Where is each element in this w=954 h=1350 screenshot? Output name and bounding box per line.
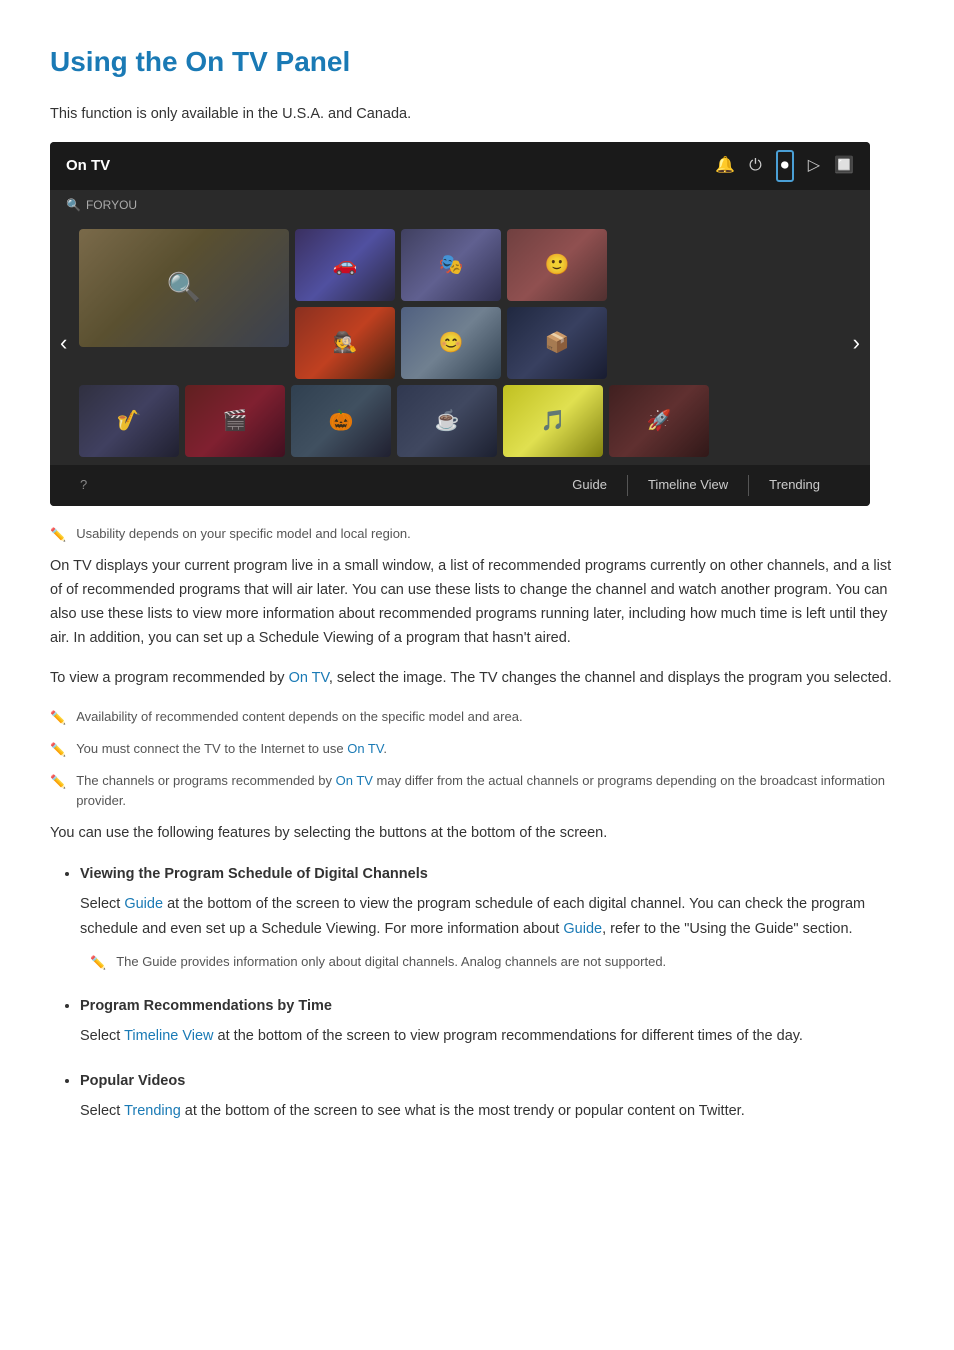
thumbnail-2[interactable]: 🚗 <box>295 229 395 301</box>
play-icon[interactable]: ▷ <box>808 153 820 179</box>
thumbnail-1[interactable]: 🔍 <box>79 229 289 347</box>
tv-panel-label: On TV <box>66 154 110 178</box>
note-icon-1: ✏️ <box>50 525 66 546</box>
thumb-icon-1: 🔍 <box>167 265 202 310</box>
feature-body-3: Select Trending at the bottom of the scr… <box>80 1103 745 1119</box>
thumb-icon-9: 🎬 <box>223 405 248 437</box>
footer-link-guide[interactable]: Guide <box>552 475 628 496</box>
tv-row-2: 🎷 🎬 🎃 ☕ 🎵 🚀 <box>79 385 840 457</box>
feature-body-1: Select Guide at the bottom of the screen… <box>80 896 865 937</box>
thumbnail-3[interactable]: 🕵 <box>295 307 395 379</box>
feature-title-1: Viewing the Program Schedule of Digital … <box>80 863 904 886</box>
feature2-timeline-link[interactable]: Timeline View <box>124 1028 213 1044</box>
thumb-icon-7: 📦 <box>545 327 570 359</box>
thumbnail-12[interactable]: 🎵 <box>503 385 603 457</box>
body2-suffix: , select the image. The TV changes the c… <box>329 670 892 686</box>
tv-thumbnails: 🔍 🚗 🕵 🎭 😊 <box>79 229 840 457</box>
feature1-note-icon: ✏️ <box>90 953 106 974</box>
notification-icon[interactable]: 🔔 <box>715 153 735 179</box>
thumb-icon-4: 🎭 <box>439 249 464 281</box>
note-text-1: Usability depends on your specific model… <box>76 524 411 545</box>
note3-on-tv-link[interactable]: On TV <box>347 741 383 756</box>
thumb-icon-3: 🕵 <box>333 327 358 359</box>
tv-panel-header: On TV 🔔 ⏻ ⏺ ▷ 🔲 <box>50 142 870 190</box>
thumbnail-8[interactable]: 🎷 <box>79 385 179 457</box>
note-3: ✏️ You must connect the TV to the Intern… <box>50 739 904 761</box>
thumb-icon-12: 🎵 <box>541 405 566 437</box>
note-icon-3: ✏️ <box>50 740 66 761</box>
feature-item-3: Popular Videos Select Trending at the bo… <box>80 1069 904 1124</box>
body-paragraph-2: To view a program recommended by On TV, … <box>50 667 904 691</box>
note-text-2: Availability of recommended content depe… <box>76 707 522 728</box>
thumb-icon-5: 😊 <box>439 327 464 359</box>
thumbnail-9[interactable]: 🎬 <box>185 385 285 457</box>
thumbnail-5[interactable]: 😊 <box>401 307 501 379</box>
body-paragraph-3: You can use the following features by se… <box>50 822 904 846</box>
body2-on-tv-link[interactable]: On TV <box>289 670 329 686</box>
thumb-icon-11: ☕ <box>435 405 460 437</box>
feature-item-1: Viewing the Program Schedule of Digital … <box>80 862 904 974</box>
feature1-guide-link2[interactable]: Guide <box>563 921 602 937</box>
screen-icon[interactable]: 🔲 <box>834 153 854 179</box>
tv-panel: On TV 🔔 ⏻ ⏺ ▷ 🔲 🔍 FORYOU ‹ 🔍 🚗 <box>50 142 870 506</box>
nav-arrow-left[interactable]: ‹ <box>54 325 73 360</box>
body-paragraph-1: On TV displays your current program live… <box>50 555 904 651</box>
record-icon[interactable]: ⏺ <box>776 150 794 182</box>
foryou-label: FORYOU <box>86 196 137 215</box>
nav-arrow-right[interactable]: › <box>847 325 866 360</box>
note-text-4: The channels or programs recommended by … <box>76 771 904 813</box>
note4-on-tv-link[interactable]: On TV <box>336 773 373 788</box>
thumbnail-6[interactable]: 🙂 <box>507 229 607 301</box>
feature1-sub-note: ✏️ The Guide provides information only a… <box>80 952 904 974</box>
note-icon-4: ✏️ <box>50 772 66 793</box>
tv-row-1: 🔍 🚗 🕵 🎭 😊 <box>79 229 840 379</box>
tv-panel-footer: ? Guide Timeline View Trending <box>50 465 870 506</box>
footer-link-trending[interactable]: Trending <box>749 475 840 496</box>
feature-body-2: Select Timeline View at the bottom of th… <box>80 1028 803 1044</box>
footer-link-timeline[interactable]: Timeline View <box>628 475 749 496</box>
tv-for-you: 🔍 FORYOU <box>50 190 870 221</box>
feature-list: Viewing the Program Schedule of Digital … <box>50 862 904 1124</box>
tv-footer-links: Guide Timeline View Trending <box>552 475 840 496</box>
power-icon[interactable]: ⏻ <box>749 153 762 179</box>
feature3-trending-link[interactable]: Trending <box>124 1103 181 1119</box>
tv-footer-help[interactable]: ? <box>80 475 87 496</box>
foryou-icon: 🔍 <box>66 196 81 215</box>
thumbnail-7[interactable]: 📦 <box>507 307 607 379</box>
note-4: ✏️ The channels or programs recommended … <box>50 771 904 813</box>
thumb-icon-6: 🙂 <box>545 249 570 281</box>
feature-title-3: Popular Videos <box>80 1070 904 1093</box>
note-1: ✏️ Usability depends on your specific mo… <box>50 524 904 546</box>
thumb-icon-2: 🚗 <box>333 249 358 281</box>
intro-text: This function is only available in the U… <box>50 103 904 126</box>
body2-prefix: To view a program recommended by <box>50 670 289 686</box>
tv-content-area: ‹ 🔍 🚗 🕵 🎭 <box>50 221 870 465</box>
feature-item-2: Program Recommendations by Time Select T… <box>80 994 904 1049</box>
thumbnail-13[interactable]: 🚀 <box>609 385 709 457</box>
thumbnail-11[interactable]: ☕ <box>397 385 497 457</box>
note-2: ✏️ Availability of recommended content d… <box>50 707 904 729</box>
thumb-icon-8: 🎷 <box>117 405 142 437</box>
thumbnail-4[interactable]: 🎭 <box>401 229 501 301</box>
tv-panel-icons: 🔔 ⏻ ⏺ ▷ 🔲 <box>715 150 854 182</box>
feature-title-2: Program Recommendations by Time <box>80 995 904 1018</box>
thumb-icon-13: 🚀 <box>647 405 672 437</box>
feature1-note-text: The Guide provides information only abou… <box>116 952 666 973</box>
page-title: Using the On TV Panel <box>50 40 904 85</box>
note-icon-2: ✏️ <box>50 708 66 729</box>
thumbnail-10[interactable]: 🎃 <box>291 385 391 457</box>
thumb-icon-10: 🎃 <box>329 405 354 437</box>
feature1-guide-link1[interactable]: Guide <box>124 896 163 912</box>
note-text-3: You must connect the TV to the Internet … <box>76 739 387 760</box>
